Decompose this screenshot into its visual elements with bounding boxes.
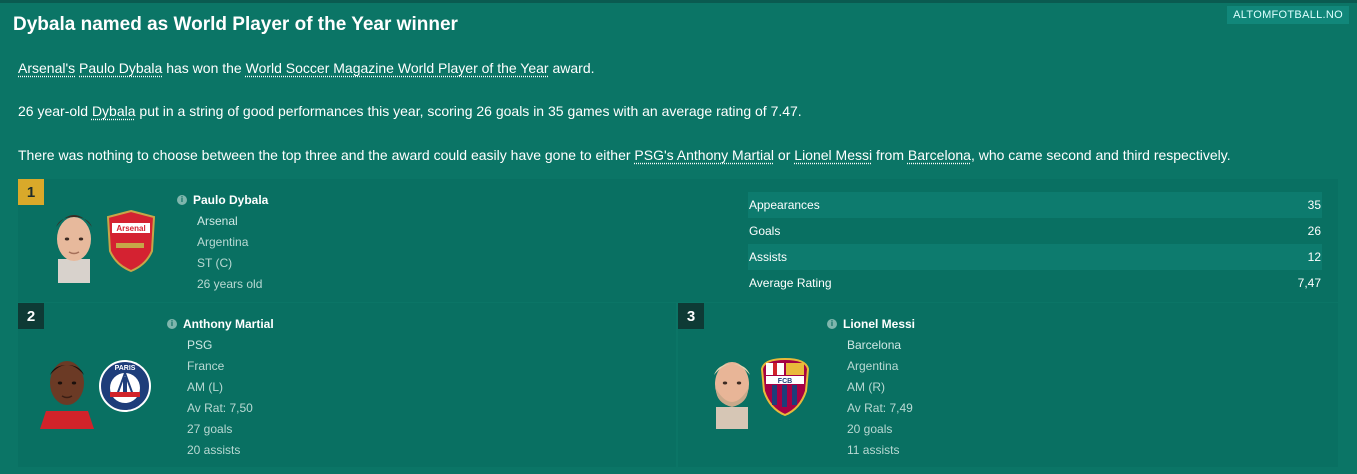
player-club[interactable]: Barcelona: [847, 338, 901, 352]
info-icon[interactable]: i: [167, 319, 177, 329]
player-position: ST (C): [197, 256, 233, 270]
crest-text-psg: PARIS: [115, 365, 136, 372]
stats-row-goals: Goals 26: [748, 218, 1322, 244]
player-link-martial[interactable]: PSG's Anthony Martial: [634, 147, 774, 163]
award-link[interactable]: World Soccer Magazine World Player of th…: [246, 60, 549, 76]
player-face-messi[interactable]: [702, 351, 762, 429]
player-rating: Av Rat: 7,49: [847, 401, 913, 415]
player-nation[interactable]: Argentina: [197, 235, 248, 249]
player-name[interactable]: i Lionel Messi: [827, 317, 915, 331]
player-link-dybala-2[interactable]: Dybala: [92, 103, 136, 119]
stat-value: 35: [1307, 198, 1321, 212]
player-face-martial[interactable]: [36, 351, 98, 429]
news-title: Dybala named as World Player of the Year…: [13, 14, 458, 35]
player-name-label: Anthony Martial: [183, 317, 274, 331]
paragraph-3-from: from: [872, 147, 908, 163]
crest-text-arsenal: Arsenal: [116, 224, 145, 233]
info-icon[interactable]: i: [177, 195, 187, 205]
stat-label: Appearances: [749, 198, 820, 212]
third-place-panel: 3 FCB i Lionel Messi Barcelona Argentina …: [678, 303, 1338, 467]
player-assists: 20 assists: [187, 443, 241, 457]
player-name[interactable]: i Paulo Dybala: [177, 193, 268, 207]
paragraph-1-end: award.: [548, 60, 595, 76]
player-name-label: Paulo Dybala: [193, 193, 269, 207]
player-link-dybala[interactable]: Paulo Dybala: [79, 60, 162, 76]
player-link-messi[interactable]: Lionel Messi: [794, 147, 872, 163]
paragraph-1: Arsenal's Paulo Dybala has won the World…: [18, 60, 595, 76]
stats-row-average-rating: Average Rating 7,47: [748, 270, 1322, 296]
winner-stats-table: Appearances 35 Goals 26 Assists 12 Average …: [748, 192, 1322, 296]
paragraph-1-text: has won the: [162, 60, 246, 76]
player-club[interactable]: PSG: [187, 338, 212, 352]
club-crest-arsenal[interactable]: Arsenal: [106, 209, 156, 273]
club-crest-barcelona[interactable]: FCB: [760, 357, 810, 417]
stat-value: 26: [1307, 224, 1321, 238]
player-position: AM (L): [187, 380, 223, 394]
crest-text-barcelona: FCB: [778, 378, 792, 385]
top-border: [0, 0, 1357, 3]
player-age: 26 years old: [197, 277, 263, 291]
stats-row-appearances: Appearances 35: [748, 192, 1322, 218]
player-rating: Av Rat: 7,50: [187, 401, 253, 415]
watermark: ALTOMFOTBALL.NO: [1227, 6, 1349, 24]
second-place-panel: 2 PARIS i Anthony Martial PSG France AM (…: [18, 303, 676, 467]
rank-badge: 3: [678, 303, 704, 329]
stat-label: Average Rating: [749, 276, 832, 290]
player-name-label: Lionel Messi: [843, 317, 916, 331]
club-link-barcelona[interactable]: Barcelona: [908, 147, 971, 163]
player-goals: 27 goals: [187, 422, 233, 436]
club-crest-psg[interactable]: PARIS: [98, 359, 152, 413]
player-assists: 11 assists: [847, 443, 900, 457]
stats-row-assists: Assists 12: [748, 244, 1322, 270]
player-nation[interactable]: France: [187, 359, 224, 373]
stat-label: Goals: [749, 224, 781, 238]
paragraph-2-end: put in a string of good performances thi…: [135, 103, 802, 119]
rank-badge: 2: [18, 303, 44, 329]
info-icon[interactable]: i: [827, 319, 837, 329]
stat-label: Assists: [749, 250, 788, 264]
player-club[interactable]: Arsenal: [197, 214, 238, 228]
paragraph-3-end: , who came second and third respectively…: [970, 147, 1231, 163]
paragraph-3-start: There was nothing to choose between the …: [18, 147, 635, 163]
player-goals: 20 goals: [847, 422, 893, 436]
rank-badge: 1: [18, 179, 44, 205]
club-link-arsenal[interactable]: Arsenal's: [18, 60, 75, 76]
stat-value: 7,47: [1297, 276, 1321, 290]
paragraph-2: 26 year-old Dybala put in a string of go…: [18, 103, 802, 119]
player-nation[interactable]: Argentina: [847, 359, 898, 373]
player-face-dybala[interactable]: [44, 205, 104, 283]
paragraph-3-or: or: [774, 147, 795, 163]
paragraph-2-start: 26 year-old: [18, 103, 92, 119]
player-position: AM (R): [847, 380, 885, 394]
player-name[interactable]: i Anthony Martial: [167, 317, 274, 331]
stat-value: 12: [1307, 250, 1321, 264]
paragraph-3: There was nothing to choose between the …: [18, 147, 1231, 163]
